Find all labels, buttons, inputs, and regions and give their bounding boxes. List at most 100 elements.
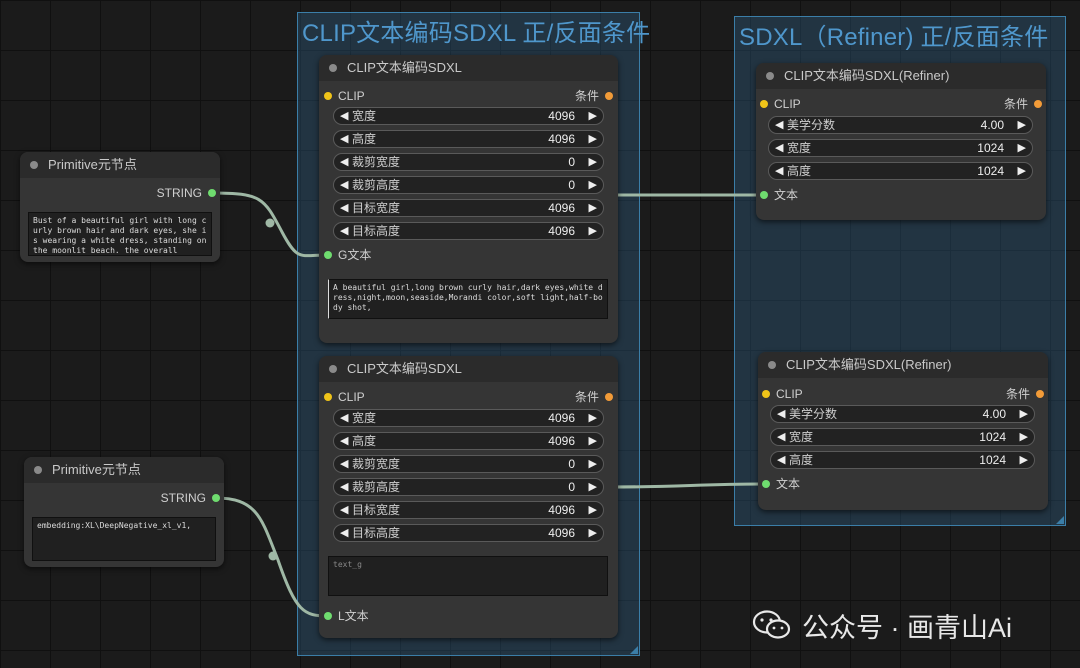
widget-width[interactable]: ◀ 宽度 1024 ▶ [770,428,1035,446]
node-title[interactable]: CLIP文本编码SDXL [319,55,618,81]
widget-crop-width[interactable]: ◀ 裁剪宽度 0 ▶ [333,455,604,473]
collapse-dot-icon[interactable] [766,72,774,80]
node-title[interactable]: Primitive元节点 [20,152,220,178]
clip-sdxl-node-bottom[interactable]: CLIP文本编码SDXL CLIP 条件 ◀ 宽度 4096 ▶ ◀ 高度 40… [319,356,618,638]
node-title[interactable]: CLIP文本编码SDXL [319,356,618,382]
output-string[interactable]: STRING [157,185,216,201]
increment-arrow-icon[interactable]: ▶ [589,177,597,193]
increment-arrow-icon[interactable]: ▶ [589,223,597,239]
output-slot-icon[interactable] [1034,100,1042,108]
widget-width[interactable]: ◀ 宽度 4096 ▶ [333,409,604,427]
decrement-arrow-icon[interactable]: ◀ [340,154,348,170]
increment-arrow-icon[interactable]: ▶ [1020,452,1028,468]
increment-arrow-icon[interactable]: ▶ [589,525,597,541]
increment-arrow-icon[interactable]: ▶ [589,200,597,216]
collapse-dot-icon[interactable] [329,365,337,373]
node-title[interactable]: CLIP文本编码SDXL(Refiner) [756,63,1046,89]
widget-aesthetic-score[interactable]: ◀ 美学分数 4.00 ▶ [770,405,1035,423]
primitive-node-bottom[interactable]: Primitive元节点 STRING embedding:XL\DeepNeg… [24,457,224,567]
output-slot-icon[interactable] [605,393,613,401]
decrement-arrow-icon[interactable]: ◀ [775,163,783,179]
widget-width[interactable]: ◀ 宽度 4096 ▶ [333,107,604,125]
widget-crop-height[interactable]: ◀ 裁剪高度 0 ▶ [333,478,604,496]
decrement-arrow-icon[interactable]: ◀ [775,140,783,156]
input-slot-icon[interactable] [324,92,332,100]
input-slot-icon[interactable] [324,612,332,620]
decrement-arrow-icon[interactable]: ◀ [777,429,785,445]
output-slot-icon[interactable] [208,189,216,197]
widget-target-width[interactable]: ◀ 目标宽度 4096 ▶ [333,199,604,217]
increment-arrow-icon[interactable]: ▶ [1018,163,1026,179]
widget-target-height[interactable]: ◀ 目标高度 4096 ▶ [333,524,604,542]
widget-width[interactable]: ◀ 宽度 1024 ▶ [768,139,1033,157]
decrement-arrow-icon[interactable]: ◀ [340,502,348,518]
increment-arrow-icon[interactable]: ▶ [589,502,597,518]
text-textarea[interactable]: text_g [328,556,608,596]
decrement-arrow-icon[interactable]: ◀ [340,456,348,472]
decrement-arrow-icon[interactable]: ◀ [340,177,348,193]
output-slot-icon[interactable] [605,92,613,100]
widget-aesthetic-score[interactable]: ◀ 美学分数 4.00 ▶ [768,116,1033,134]
input-slot-icon[interactable] [762,480,770,488]
clip-sdxl-node-top[interactable]: CLIP文本编码SDXL CLIP 条件 ◀ 宽度 4096 ▶ ◀ 高度 40… [319,55,618,343]
decrement-arrow-icon[interactable]: ◀ [340,479,348,495]
input-text-l[interactable]: L文本 [324,608,369,624]
increment-arrow-icon[interactable]: ▶ [1020,406,1028,422]
node-title[interactable]: Primitive元节点 [24,457,224,483]
input-clip[interactable]: CLIP [324,88,365,104]
widget-target-height[interactable]: ◀ 目标高度 4096 ▶ [333,222,604,240]
input-text[interactable]: 文本 [760,187,798,203]
output-slot-icon[interactable] [1036,390,1044,398]
input-clip[interactable]: CLIP [762,386,803,402]
output-slot-icon[interactable] [212,494,220,502]
increment-arrow-icon[interactable]: ▶ [589,456,597,472]
input-slot-icon[interactable] [324,251,332,259]
widget-height[interactable]: ◀ 高度 1024 ▶ [768,162,1033,180]
increment-arrow-icon[interactable]: ▶ [1018,117,1026,133]
input-slot-icon[interactable] [760,100,768,108]
clip-refiner-node-bottom[interactable]: CLIP文本编码SDXL(Refiner) CLIP 条件 ◀ 美学分数 4.0… [758,352,1048,510]
widget-crop-height[interactable]: ◀ 裁剪高度 0 ▶ [333,176,604,194]
collapse-dot-icon[interactable] [768,361,776,369]
input-slot-icon[interactable] [760,191,768,199]
decrement-arrow-icon[interactable]: ◀ [340,433,348,449]
decrement-arrow-icon[interactable]: ◀ [775,117,783,133]
collapse-dot-icon[interactable] [34,466,42,474]
output-string[interactable]: STRING [161,490,220,506]
text-textarea[interactable]: A beautiful girl,long brown curly hair,d… [328,279,608,319]
input-slot-icon[interactable] [324,393,332,401]
decrement-arrow-icon[interactable]: ◀ [340,131,348,147]
increment-arrow-icon[interactable]: ▶ [589,479,597,495]
input-slot-icon[interactable] [762,390,770,398]
decrement-arrow-icon[interactable]: ◀ [340,410,348,426]
widget-crop-width[interactable]: ◀ 裁剪宽度 0 ▶ [333,153,604,171]
string-textarea[interactable]: embedding:XL\DeepNegative_xl_v1, [32,517,216,561]
increment-arrow-icon[interactable]: ▶ [1020,429,1028,445]
decrement-arrow-icon[interactable]: ◀ [340,223,348,239]
collapse-dot-icon[interactable] [30,161,38,169]
decrement-arrow-icon[interactable]: ◀ [777,406,785,422]
increment-arrow-icon[interactable]: ▶ [589,154,597,170]
widget-height[interactable]: ◀ 高度 4096 ▶ [333,432,604,450]
output-conditioning[interactable]: 条件 [1006,386,1044,402]
input-clip[interactable]: CLIP [760,96,801,112]
increment-arrow-icon[interactable]: ▶ [589,108,597,124]
increment-arrow-icon[interactable]: ▶ [589,410,597,426]
decrement-arrow-icon[interactable]: ◀ [340,525,348,541]
decrement-arrow-icon[interactable]: ◀ [777,452,785,468]
clip-refiner-node-top[interactable]: CLIP文本编码SDXL(Refiner) CLIP 条件 ◀ 美学分数 4.0… [756,63,1046,220]
input-clip[interactable]: CLIP [324,389,365,405]
string-textarea[interactable]: Bust of a beautiful girl with long curly… [28,212,212,256]
output-conditioning[interactable]: 条件 [575,389,613,405]
increment-arrow-icon[interactable]: ▶ [1018,140,1026,156]
decrement-arrow-icon[interactable]: ◀ [340,200,348,216]
output-conditioning[interactable]: 条件 [575,88,613,104]
widget-target-width[interactable]: ◀ 目标宽度 4096 ▶ [333,501,604,519]
primitive-node-top[interactable]: Primitive元节点 STRING Bust of a beautiful … [20,152,220,262]
collapse-dot-icon[interactable] [329,64,337,72]
input-text[interactable]: 文本 [762,476,800,492]
widget-height[interactable]: ◀ 高度 4096 ▶ [333,130,604,148]
increment-arrow-icon[interactable]: ▶ [589,131,597,147]
input-text-g[interactable]: G文本 [324,247,371,263]
widget-height[interactable]: ◀ 高度 1024 ▶ [770,451,1035,469]
